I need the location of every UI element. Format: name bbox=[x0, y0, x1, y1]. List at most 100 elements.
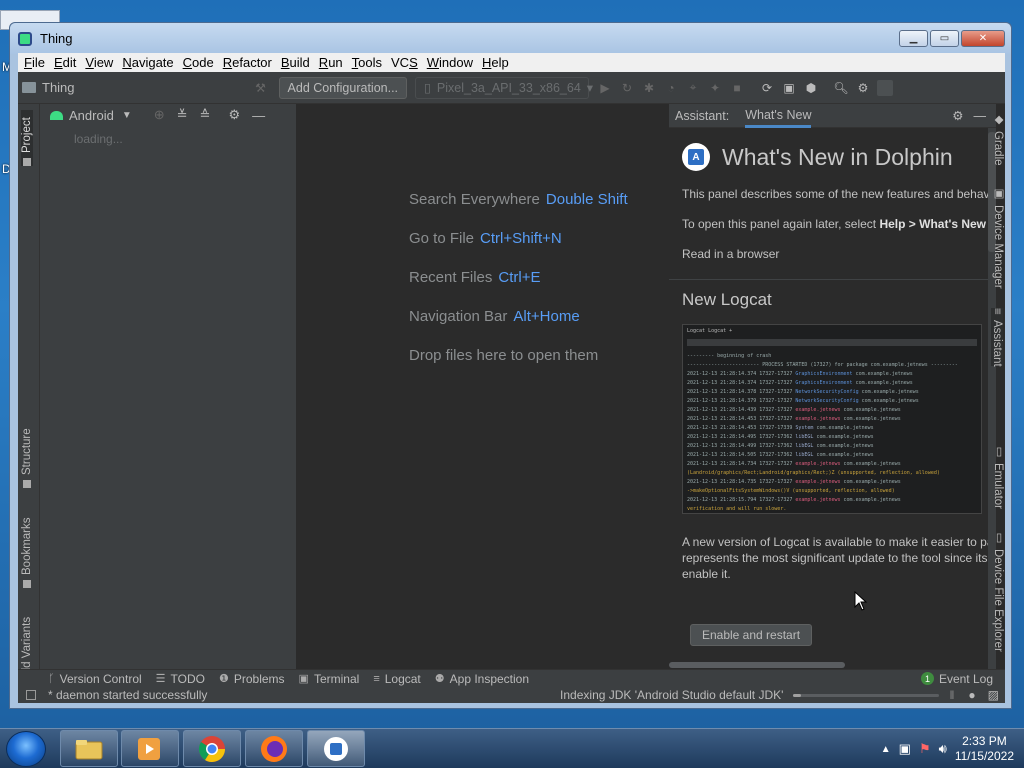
menu-window[interactable]: Window bbox=[427, 55, 473, 70]
menu-code[interactable]: Code bbox=[183, 55, 214, 70]
expand-all-icon[interactable]: ≚ bbox=[177, 107, 188, 123]
tab-project[interactable]: Project bbox=[21, 110, 33, 166]
maximize-button[interactable]: ▭ bbox=[930, 30, 959, 47]
tab-project-label: Project bbox=[21, 117, 33, 153]
chevron-down-icon[interactable]: ▼ bbox=[122, 110, 132, 121]
folder-icon bbox=[22, 82, 36, 93]
search-icon[interactable]: 🔍︎ bbox=[833, 80, 849, 96]
event-log-button[interactable]: 1 Event Log bbox=[920, 672, 993, 686]
volume-icon[interactable]: 🔊︎ bbox=[939, 741, 947, 757]
tool-app-inspection[interactable]: ⚉ App Inspection bbox=[435, 672, 529, 686]
hide-icon[interactable]: — bbox=[974, 109, 987, 123]
hint-label: Go to File bbox=[409, 230, 475, 247]
editor-area[interactable]: Search Everywhere Double Shift Go to File C… bbox=[296, 104, 669, 669]
network-icon[interactable]: ▣ bbox=[899, 741, 911, 757]
menu-file[interactable]: File bbox=[24, 55, 45, 70]
tool-label: App Inspection bbox=[449, 671, 530, 686]
menu-help[interactable]: Help bbox=[482, 55, 509, 70]
horizontal-scrollbar[interactable] bbox=[669, 662, 845, 668]
notification-icon[interactable]: ▨ bbox=[988, 688, 999, 702]
action-center-icon[interactable]: ⚑ bbox=[919, 741, 931, 757]
hint-label: Navigation Bar bbox=[409, 308, 508, 325]
device-selector[interactable]: ▯ Pixel_3a_API_33_x86_64 ▾ bbox=[415, 76, 593, 99]
toggle-tool-windows-icon[interactable] bbox=[26, 690, 36, 700]
attach-debugger-icon[interactable]: ⌖ bbox=[685, 80, 701, 96]
tool-problems[interactable]: ❶ Problems bbox=[219, 672, 285, 686]
gear-icon[interactable]: ⚙ bbox=[228, 107, 240, 123]
title-bar[interactable]: Thing ▁ ▭ ✕ bbox=[10, 23, 1011, 54]
menu-refactor[interactable]: Refactor bbox=[223, 55, 272, 70]
start-button[interactable] bbox=[6, 731, 46, 767]
menu-tools[interactable]: Tools bbox=[352, 55, 382, 70]
show-hidden-icons-icon[interactable]: ▲ bbox=[881, 744, 891, 755]
tab-emulator[interactable]: ▯ Emulator bbox=[991, 444, 1005, 509]
project-panel: Android ▼ ⊕ ≚ ≙ ⚙ — loading... bbox=[40, 104, 296, 669]
menu-view[interactable]: View bbox=[85, 55, 113, 70]
run-icon[interactable]: ▶ bbox=[597, 80, 613, 96]
tab-device-manager[interactable]: ▣ Device Manager bbox=[991, 186, 1005, 289]
tool-logcat[interactable]: ≡ Logcat bbox=[373, 672, 420, 686]
enable-and-restart-button[interactable]: Enable and restart bbox=[690, 624, 812, 646]
clock-date: 11/15/2022 bbox=[954, 749, 1014, 763]
sdk-manager-icon[interactable]: ⬢ bbox=[803, 80, 819, 96]
whats-new-title: What's New in Dolphin bbox=[722, 143, 953, 170]
event-count-badge: 1 bbox=[920, 672, 934, 685]
device-manager-icon[interactable]: ▣ bbox=[781, 80, 797, 96]
tab-device-file-explorer-label: Device File Explorer bbox=[992, 549, 1004, 652]
user-icon[interactable] bbox=[877, 79, 894, 96]
file-explorer-task[interactable] bbox=[60, 730, 118, 767]
profile-icon[interactable]: ◔ bbox=[663, 80, 679, 96]
tab-bookmarks[interactable]: Bookmarks bbox=[21, 516, 33, 588]
branch-icon: ᚴ bbox=[48, 672, 55, 685]
menu-build[interactable]: Build bbox=[281, 55, 310, 70]
add-configuration-button[interactable]: Add Configuration... bbox=[278, 76, 408, 99]
tool-label: Terminal bbox=[313, 671, 360, 686]
minimize-button[interactable]: ▁ bbox=[899, 30, 928, 47]
tool-label: Version Control bbox=[59, 671, 142, 686]
menu-run[interactable]: Run bbox=[319, 55, 343, 70]
tool-version-control[interactable]: ᚴ Version Control bbox=[48, 672, 142, 686]
clock[interactable]: 2:33 PM 11/15/2022 bbox=[955, 734, 1014, 764]
tab-whats-new[interactable]: What's New bbox=[745, 104, 812, 128]
hide-icon[interactable]: — bbox=[252, 108, 265, 123]
android-studio-icon bbox=[324, 736, 348, 761]
tool-todo[interactable]: ☰ TODO bbox=[156, 672, 205, 686]
android-studio-task[interactable] bbox=[307, 730, 365, 767]
gear-icon[interactable]: ⚙ bbox=[952, 108, 963, 123]
menu-navigate[interactable]: Navigate bbox=[122, 55, 173, 70]
apply-changes-icon[interactable]: ↻ bbox=[619, 80, 635, 96]
menu-edit[interactable]: Edit bbox=[54, 55, 76, 70]
tab-gradle[interactable]: ◆ Gradle bbox=[991, 112, 1005, 166]
close-button[interactable]: ✕ bbox=[961, 30, 1005, 47]
chrome-icon bbox=[198, 735, 226, 762]
assistant-icon: ≡ bbox=[991, 308, 1003, 315]
project-breadcrumb[interactable]: Thing bbox=[22, 80, 75, 95]
gradle-sync-icon[interactable]: ⟳ bbox=[759, 80, 775, 96]
tab-bookmarks-label: Bookmarks bbox=[21, 517, 33, 575]
tab-device-file-explorer[interactable]: ▯ Device File Explorer bbox=[991, 530, 1005, 652]
tool-terminal[interactable]: ▣ Terminal bbox=[299, 672, 360, 686]
gear-icon[interactable]: ⚙ bbox=[855, 80, 871, 96]
tab-assistant[interactable]: ≡ Assistant bbox=[991, 308, 1003, 367]
tab-structure[interactable]: Structure bbox=[21, 426, 33, 488]
collapse-all-icon[interactable]: ≙ bbox=[200, 107, 211, 123]
chrome-task[interactable] bbox=[183, 730, 241, 767]
help-icon[interactable]: ● bbox=[968, 688, 975, 702]
firefox-task[interactable] bbox=[245, 730, 303, 767]
project-view-mode[interactable]: Android bbox=[69, 108, 114, 123]
read-in-browser-link[interactable]: Read in a browser bbox=[682, 247, 988, 261]
editor-hint: Go to File Ctrl+Shift+N bbox=[409, 230, 562, 247]
menu-vcs[interactable]: VCS bbox=[391, 55, 418, 70]
hint-shortcut: Ctrl+Shift+N bbox=[480, 230, 562, 247]
hammer-icon[interactable]: ⚒ bbox=[253, 80, 269, 96]
debug-icon[interactable]: ✱ bbox=[641, 80, 657, 96]
coverage-icon[interactable]: ✦ bbox=[707, 80, 723, 96]
pause-icon[interactable]: ‖ bbox=[949, 688, 954, 702]
locate-icon[interactable]: ⊕ bbox=[154, 107, 165, 123]
editor-hint: Search Everywhere Double Shift bbox=[409, 191, 628, 208]
logcat-screenshot-image: Logcat Logcat + --------- beginning of c… bbox=[682, 324, 982, 514]
background-task-label[interactable]: Indexing JDK 'Android Studio default JDK… bbox=[560, 688, 783, 702]
stop-icon[interactable]: ■ bbox=[729, 80, 745, 96]
media-player-task[interactable] bbox=[121, 730, 179, 767]
firefox-icon bbox=[261, 735, 287, 762]
